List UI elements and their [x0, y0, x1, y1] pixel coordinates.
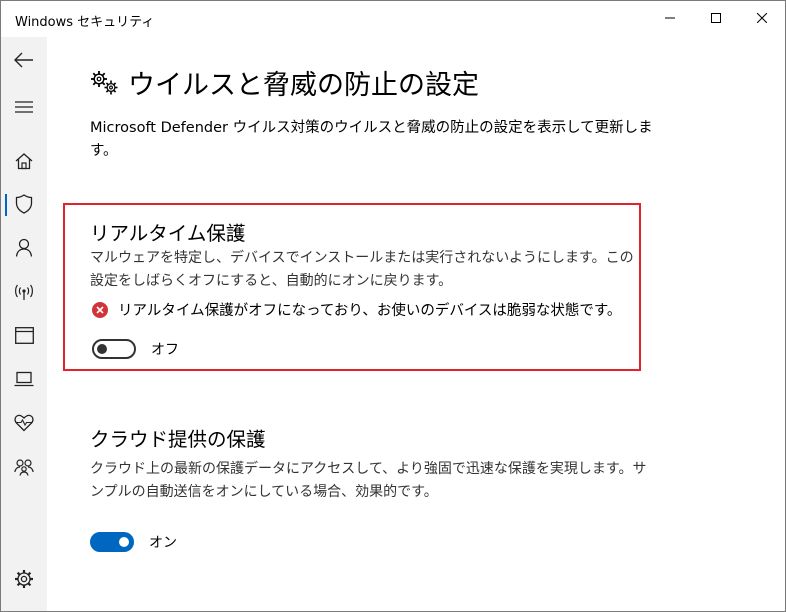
- wireless-antenna-icon: [15, 284, 33, 300]
- app-browser-window-icon: [14, 326, 34, 344]
- realtime-protection-toggle[interactable]: [92, 339, 136, 359]
- sidebar-item-app-browser[interactable]: [1, 315, 47, 355]
- page-title: ウイルスと脅威の防止の設定: [128, 70, 479, 101]
- back-button[interactable]: [1, 40, 47, 80]
- heart-pulse-icon: [14, 414, 34, 432]
- hamburger-menu-icon: [15, 101, 33, 113]
- title-bar: Windows セキュリティ: [1, 1, 785, 37]
- realtime-warning-text: リアルタイム保護がオフになっており、お使いのデバイスは脆弱な状態です。: [118, 303, 622, 319]
- toggle-knob: [97, 344, 107, 354]
- close-button[interactable]: [739, 1, 785, 35]
- back-arrow-icon: [14, 52, 33, 68]
- home-icon: [15, 153, 33, 170]
- minimize-button[interactable]: [647, 1, 693, 35]
- cloud-toggle-label: オン: [149, 535, 177, 551]
- sidebar-item-firewall-network[interactable]: [1, 272, 47, 312]
- maximize-button[interactable]: [693, 1, 739, 35]
- page-header: ウイルスと脅威の防止の設定: [90, 63, 479, 102]
- sidebar-item-account[interactable]: [1, 227, 47, 267]
- realtime-toggle-row: オフ: [92, 339, 179, 359]
- sidebar-item-settings[interactable]: [1, 559, 47, 599]
- sidebar-item-device-health[interactable]: [1, 403, 47, 443]
- window-title: Windows セキュリティ: [15, 15, 155, 30]
- realtime-protection-description: マルウェアを特定し、デバイスでインストールまたは実行されないようにします。この設…: [90, 250, 634, 289]
- minimize-icon: [665, 17, 675, 19]
- cloud-toggle-row: オン: [90, 532, 177, 552]
- app-window: Windows セキュリティ ウイルスと脅威の防止の設定 Microsoft D…: [0, 0, 786, 612]
- cloud-protection-toggle[interactable]: [90, 532, 134, 552]
- active-indicator: [5, 194, 7, 216]
- hamburger-menu-button[interactable]: [1, 87, 47, 127]
- page-description: Microsoft Defender ウイルス対策のウイルスと脅威の防止の設定を…: [90, 120, 653, 159]
- error-icon: [92, 301, 108, 318]
- family-icon: [14, 459, 34, 476]
- maximize-icon: [711, 13, 721, 23]
- realtime-warning: リアルタイム保護がオフになっており、お使いのデバイスは脆弱な状態です。: [92, 299, 621, 320]
- toggle-knob: [119, 537, 129, 547]
- close-icon: [757, 13, 767, 23]
- sidebar-item-family-options[interactable]: [1, 447, 47, 487]
- shield-icon: [15, 194, 33, 214]
- sidebar-item-device-security[interactable]: [1, 359, 47, 399]
- cloud-protection-title: クラウド提供の保護: [90, 428, 266, 451]
- sidebar-item-home[interactable]: [1, 141, 47, 181]
- realtime-protection-section: リアルタイム保護 マルウェアを特定し、デバイスでインストールまたは実行されないよ…: [63, 203, 641, 371]
- settings-gear-icon: [15, 570, 33, 588]
- main-content: ウイルスと脅威の防止の設定 Microsoft Defender ウイルス対策の…: [47, 37, 785, 611]
- cloud-protection-description: クラウド上の最新の保護データにアクセスして、より強固で迅速な保護を実現します。サ…: [90, 461, 647, 500]
- sidebar: [1, 37, 47, 611]
- settings-gears-icon: [91, 70, 118, 94]
- realtime-protection-title: リアルタイム保護: [90, 222, 246, 245]
- realtime-toggle-label: オフ: [151, 342, 179, 358]
- person-icon: [15, 238, 33, 257]
- sidebar-item-virus-protection[interactable]: [1, 184, 47, 224]
- laptop-icon: [14, 371, 34, 387]
